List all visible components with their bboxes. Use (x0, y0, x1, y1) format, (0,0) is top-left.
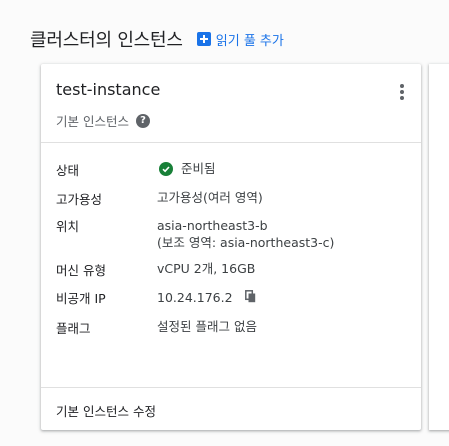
availability-value: 고가용성(여러 영역) (157, 190, 263, 205)
private-ip-value: 10.24.176.2 (157, 289, 256, 307)
location-value-secondary: (보조 영역: asia-northeast3-c) (157, 235, 335, 250)
instances-page: 클러스터의 인스턴스 읽기 풀 추가 test-instance 기본 인스턴스… (0, 0, 449, 446)
instance-card-header: test-instance 기본 인스턴스 ? (41, 64, 421, 143)
instance-name: test-instance (56, 80, 161, 99)
instance-type: 기본 인스턴스 ? (56, 111, 150, 130)
flags-label: 플래그 (56, 321, 91, 336)
copy-icon[interactable] (244, 290, 256, 307)
status-label: 상태 (56, 163, 80, 178)
next-instance-card (429, 64, 449, 430)
instance-type-label: 기본 인스턴스 (56, 114, 129, 129)
availability-label: 고가용성 (56, 192, 103, 207)
add-read-pool-label: 읽기 풀 추가 (215, 33, 284, 49)
help-icon[interactable]: ? (135, 113, 150, 128)
flags-value: 설정된 플래그 없음 (157, 319, 257, 334)
section-title: 클러스터의 인스턴스 (30, 30, 183, 51)
private-ip-text: 10.24.176.2 (157, 290, 233, 305)
instance-card-footer: 기본 인스턴스 수정 (41, 387, 421, 431)
plus-icon (196, 32, 211, 46)
check-circle-icon (159, 161, 173, 176)
location-label: 위치 (56, 219, 80, 234)
instance-details: 상태 준비됨 고가용성 고가용성(여러 영역) 위치 asia-northeas… (41, 143, 421, 387)
instance-card: test-instance 기본 인스턴스 ? 상태 준비됨 고가용성 고가용성… (41, 64, 421, 430)
status-value: 준비됨 (157, 160, 216, 177)
location-value-primary: asia-northeast3-b (157, 218, 268, 233)
machine-type-label: 머신 유형 (56, 263, 106, 278)
section-header: 클러스터의 인스턴스 읽기 풀 추가 (30, 26, 284, 52)
machine-type-value: vCPU 2개, 16GB (157, 261, 256, 276)
status-text: 준비됨 (181, 161, 216, 176)
add-read-pool-button[interactable]: 읽기 풀 추가 (196, 30, 284, 49)
more-vert-icon[interactable] (398, 84, 406, 100)
private-ip-label: 비공개 IP (56, 291, 106, 306)
edit-primary-instance-link[interactable]: 기본 인스턴스 수정 (56, 401, 156, 420)
